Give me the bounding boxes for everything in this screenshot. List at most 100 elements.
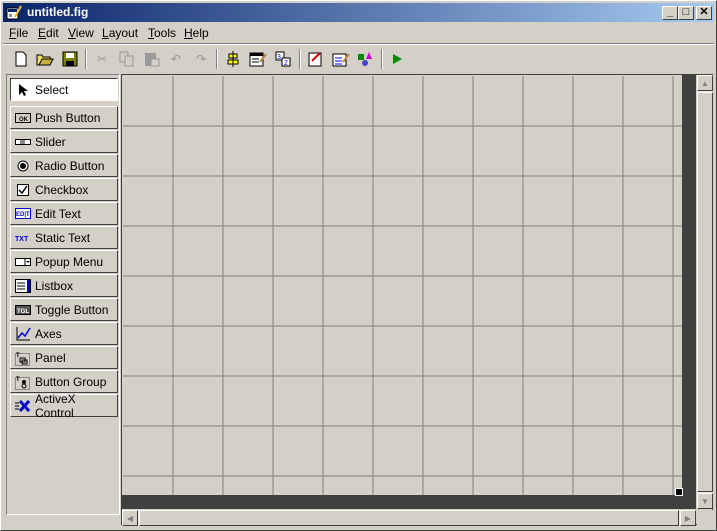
scroll-down-button[interactable]: ▼	[697, 493, 713, 509]
run-button[interactable]	[387, 49, 407, 69]
save-button[interactable]	[60, 49, 80, 69]
palette-activex-label: ActiveX Control	[35, 391, 76, 420]
property-inspector-button[interactable]	[331, 49, 351, 69]
checkbox-icon	[17, 183, 29, 196]
left-arrow-icon: ◀	[126, 513, 134, 523]
menu-layout-accel: L	[102, 26, 109, 40]
palette-slider[interactable]: Slider	[10, 130, 118, 153]
open-button[interactable]	[35, 49, 55, 69]
menu-separator	[3, 43, 714, 45]
align-objects-icon	[227, 51, 239, 67]
svg-text:TGL: TGL	[17, 309, 29, 315]
palette-popup-menu[interactable]: Popup Menu	[10, 250, 118, 273]
menu-help-accel: H	[184, 26, 193, 40]
palette-push-button[interactable]: OK Push Button	[10, 106, 118, 129]
svg-text:ED|T: ED|T	[16, 212, 30, 218]
palette-toggle-button-label: Toggle Button	[35, 302, 109, 317]
scroll-up-button[interactable]: ▲	[697, 75, 713, 91]
up-arrow-icon: ▲	[701, 78, 709, 88]
run-icon	[393, 54, 402, 64]
svg-text:3: 3	[277, 54, 281, 61]
paste-icon	[145, 53, 160, 67]
menu-tools[interactable]: Tools	[148, 26, 176, 40]
right-arrow-icon: ▶	[684, 513, 692, 523]
button-group-icon: T	[15, 376, 30, 390]
menu-editor-icon	[249, 52, 267, 67]
undo-button[interactable]: ↶	[166, 49, 186, 69]
scroll-right-button[interactable]: ▶	[680, 510, 696, 526]
cut-button[interactable]: ✂	[92, 49, 112, 69]
title-bar[interactable]: untitled.fig _ □ ✕	[3, 3, 714, 22]
copy-button[interactable]	[117, 49, 137, 69]
popup-menu-icon	[15, 257, 31, 266]
horizontal-scroll-thumb[interactable]	[139, 510, 679, 526]
canvas-edge-bottom	[122, 495, 696, 509]
vertical-scrollbar[interactable]: ▲ ▼	[697, 75, 713, 509]
menu-bar: File Edit View Layout Tools Help	[3, 24, 714, 42]
scroll-left-button[interactable]: ◀	[122, 510, 138, 526]
menu-file[interactable]: File	[9, 26, 28, 40]
maximize-button[interactable]: □	[678, 6, 694, 20]
new-icon	[15, 51, 27, 67]
palette-listbox[interactable]: Listbox	[10, 274, 118, 297]
resize-handle[interactable]	[675, 488, 683, 496]
palette-select-label: Select	[35, 82, 69, 97]
toolbar-separator	[299, 49, 301, 69]
palette-slider-label: Slider	[35, 134, 66, 149]
component-palette: Select OK Push Button Slider Radio Button…	[6, 74, 120, 515]
palette-select[interactable]: Select	[10, 78, 118, 101]
tab-order-button[interactable]: 32	[273, 49, 293, 69]
layout-area: ▲ ▼ ◀ ▶	[121, 74, 713, 526]
mfile-editor-icon	[308, 52, 322, 67]
object-browser-button[interactable]	[355, 49, 375, 69]
close-button[interactable]: ✕	[696, 6, 712, 20]
cut-icon: ✂	[96, 52, 108, 66]
svg-text:OK: OK	[19, 117, 29, 123]
minimize-button[interactable]: _	[662, 6, 678, 20]
push-button-icon: OK	[15, 112, 31, 123]
new-button[interactable]	[11, 49, 31, 69]
svg-text:TXT: TXT	[15, 236, 29, 242]
save-icon	[62, 51, 78, 67]
slider-icon	[15, 138, 31, 145]
mfile-editor-button[interactable]	[306, 49, 326, 69]
palette-panel-label: Panel	[35, 350, 66, 365]
tab-order-editor-icon: 32	[275, 51, 291, 67]
menu-editor-button[interactable]	[248, 49, 268, 69]
menu-help[interactable]: Help	[184, 26, 209, 40]
undo-icon: ↶	[170, 52, 182, 66]
svg-text:2: 2	[284, 60, 288, 67]
layout-canvas[interactable]	[123, 76, 682, 496]
palette-activex-control[interactable]: ActiveX Control	[10, 391, 118, 420]
palette-radio-button[interactable]: Radio Button	[10, 154, 118, 177]
palette-toggle-button[interactable]: TGL Toggle Button	[10, 298, 118, 321]
menu-view-accel: V	[68, 26, 76, 40]
vertical-scroll-thumb[interactable]	[697, 92, 713, 492]
menu-view-label: iew	[75, 26, 94, 40]
horizontal-scrollbar[interactable]: ◀ ▶	[122, 510, 696, 526]
palette-button-group[interactable]: T Button Group	[10, 370, 118, 393]
canvas-edge-right	[682, 75, 696, 495]
palette-push-button-label: Push Button	[35, 110, 101, 125]
palette-checkbox[interactable]: Checkbox	[10, 178, 118, 201]
palette-edit-text[interactable]: ED|T Edit Text	[10, 202, 118, 225]
palette-radio-button-label: Radio Button	[35, 158, 105, 173]
axes-icon	[16, 326, 31, 340]
listbox-icon	[15, 278, 31, 293]
window-title: untitled.fig	[27, 5, 89, 19]
edit-text-icon: ED|T	[15, 208, 31, 219]
svg-text:T: T	[16, 353, 20, 359]
palette-panel[interactable]: T Panel	[10, 346, 118, 369]
paste-button[interactable]	[142, 49, 162, 69]
toggle-button-icon: TGL	[15, 304, 31, 315]
menu-layout[interactable]: Layout	[102, 26, 138, 40]
palette-edit-text-label: Edit Text	[35, 206, 81, 221]
toolbar-separator	[216, 49, 218, 69]
redo-button[interactable]: ↷	[191, 49, 211, 69]
menu-help-label: elp	[192, 26, 209, 40]
palette-axes[interactable]: Axes	[10, 322, 118, 345]
palette-static-text[interactable]: TXT Static Text	[10, 226, 118, 249]
menu-edit[interactable]: Edit	[38, 26, 59, 40]
menu-view[interactable]: View	[68, 26, 94, 40]
align-objects-button[interactable]	[223, 49, 243, 69]
